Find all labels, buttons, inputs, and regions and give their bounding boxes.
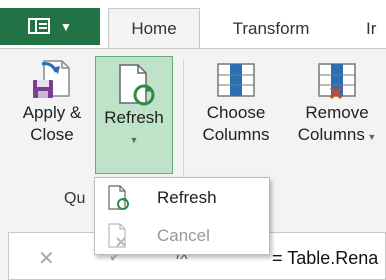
- chevron-down-icon: ▼: [60, 19, 72, 34]
- choose-columns-label-line2: Columns: [202, 125, 270, 144]
- chevron-down-icon[interactable]: ▼: [96, 129, 172, 151]
- menu-item-cancel-label: Cancel: [157, 226, 210, 245]
- ribbon-group-label: Qu: [64, 190, 86, 207]
- menu-item-cancel[interactable]: Cancel: [95, 218, 269, 254]
- file-tab[interactable]: ▼: [0, 8, 100, 45]
- apply-close-icon: [33, 60, 70, 98]
- remove-columns-icon: [318, 63, 356, 100]
- tab-home[interactable]: Home: [108, 8, 200, 49]
- cancel-refresh-icon: [108, 223, 126, 248]
- refresh-label: Refresh: [104, 108, 164, 127]
- formula-cancel-icon[interactable]: ✕: [38, 246, 55, 271]
- ribbon-group-divider: [183, 60, 184, 180]
- menu-item-refresh[interactable]: Refresh: [95, 180, 269, 216]
- chevron-down-icon[interactable]: ▼: [365, 132, 376, 142]
- refresh-preview-icon: [119, 64, 155, 106]
- refresh-button[interactable]: Refresh ▼: [95, 56, 173, 174]
- menu-item-refresh-label: Refresh: [157, 188, 217, 207]
- apply-close-button[interactable]: Apply & Close: [12, 58, 92, 146]
- tab-insert-partial[interactable]: Ir: [366, 10, 386, 48]
- refresh-dropdown-menu: Refresh Cancel: [94, 177, 270, 255]
- remove-columns-label-line1: Remove: [305, 103, 369, 122]
- file-menu-icon: [28, 17, 54, 36]
- choose-columns-icon: [217, 63, 255, 97]
- refresh-icon: [108, 185, 129, 210]
- remove-columns-label-line2: Columns ▼: [297, 125, 377, 144]
- choose-columns-button[interactable]: Choose Columns: [192, 58, 280, 146]
- formula-input[interactable]: = Table.Rena: [272, 248, 378, 269]
- apply-close-label-line1: Apply &: [22, 103, 82, 122]
- remove-columns-button[interactable]: Remove Columns ▼: [288, 58, 386, 148]
- ribbon-tab-bar: ▼ Home Transform Ir: [0, 0, 386, 49]
- apply-close-label-line2: Close: [30, 125, 74, 144]
- tab-transform[interactable]: Transform: [216, 10, 326, 48]
- choose-columns-label-line1: Choose: [206, 103, 266, 122]
